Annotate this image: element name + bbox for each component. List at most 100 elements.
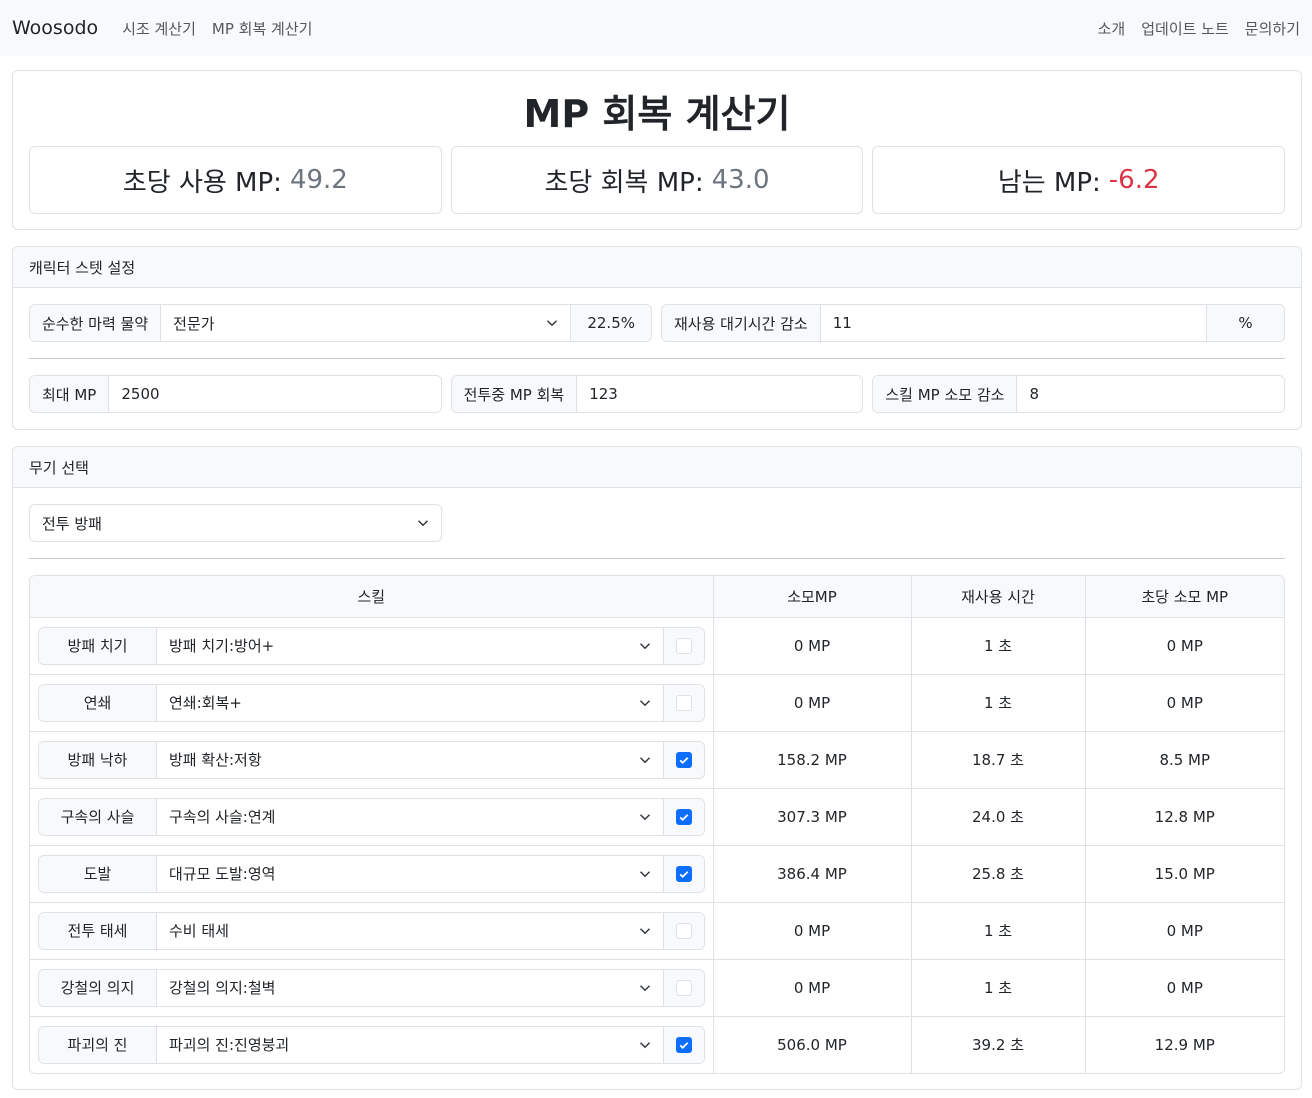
skill-table: 스킬 소모MP 재사용 시간 초당 소모 MP 방패 치기 방패 치기:방어+ 0 … <box>29 575 1285 1074</box>
cdr-group: 재사용 대기시간 감소 11 % <box>661 304 1285 342</box>
table-header-row: 스킬 소모MP 재사용 시간 초당 소모 MP <box>30 576 1284 618</box>
skill-input-group: 도발 대규모 도발:영역 <box>38 854 705 893</box>
skill-cooldown: 18.7 초 <box>911 731 1086 789</box>
cdr-input[interactable]: 11 <box>821 305 1206 341</box>
skill-input-group: 구속의 사슬 구속의 사슬:연계 <box>38 797 705 836</box>
potion-percent: 22.5% <box>570 305 651 341</box>
potion-select[interactable]: 전문가 <box>161 305 570 341</box>
skill-mp-per-sec: 0 MP <box>1085 902 1284 960</box>
check-icon <box>679 1041 688 1049</box>
skill-input-group: 방패 낙하 방패 확산:저항 <box>38 740 705 779</box>
skill-checkbox-cell <box>662 855 704 892</box>
skill-option-value: 방패 확산:저항 <box>169 751 262 769</box>
skill-cooldown: 24.0 초 <box>911 788 1086 846</box>
skill-mp-per-sec: 8.5 MP <box>1085 731 1284 789</box>
skill-checkbox[interactable] <box>675 808 692 825</box>
chevron-down-icon <box>639 1041 650 1049</box>
weapon-select-box[interactable]: 전투 방패 <box>30 505 441 541</box>
nav-link-update-notes[interactable]: 업데이트 노트 <box>1141 18 1229 39</box>
table-row: 파괴의 진 파괴의 진:진영붕괴 506.0 MP 39.2 초 12.9 MP <box>30 1016 1284 1073</box>
skill-checkbox[interactable] <box>675 694 692 711</box>
skill-checkbox-cell <box>662 627 704 664</box>
skill-option-select[interactable]: 방패 확산:저항 <box>157 742 663 778</box>
chevron-down-icon <box>639 699 650 706</box>
character-stats-card: 캐릭터 스텟 설정 순수한 마력 물약 전문가 22.5% 재사용 대기시간 감… <box>12 246 1302 430</box>
chevron-down-icon <box>639 984 650 991</box>
skill-mp-cost: 0 MP <box>713 674 912 732</box>
skill-mp-per-sec: 0 MP <box>1085 959 1284 1017</box>
check-icon <box>679 870 688 878</box>
skill-checkbox[interactable] <box>675 922 692 939</box>
table-row: 구속의 사슬 구속의 사슬:연계 307.3 MP 24.0 초 12.8 MP <box>30 788 1284 846</box>
skill-mp-per-sec: 12.9 MP <box>1154 1035 1215 1054</box>
mp-regen-value: 43.0 <box>711 165 770 195</box>
mp-remaining-label: 남는 MP: <box>997 167 1101 198</box>
check-icon <box>679 756 688 764</box>
skill-cooldown: 1 초 <box>911 617 1086 675</box>
mp-regen-per-sec: 초당 회복 MP: 43.0 <box>450 146 864 214</box>
nav-link-about[interactable]: 소개 <box>1098 18 1126 39</box>
skill-cooldown: 1 초 <box>911 674 1086 732</box>
skill-option-select[interactable]: 방패 치기:방어+ <box>157 628 663 664</box>
weapon-select-value: 전투 방패 <box>42 514 102 533</box>
nav-left: Woosodo 시조 계산기 MP 회복 계산기 <box>12 17 328 39</box>
skill-name: 구속의 사슬 <box>39 798 157 835</box>
skill-input-group: 연쇄 연쇄:회복+ <box>38 683 705 722</box>
skill-option-select[interactable]: 파괴의 진:진영붕괴 <box>157 1027 663 1063</box>
skill-input-group: 전투 태세 수비 태세 <box>38 911 705 950</box>
skill-mp-cost: 0 MP <box>713 617 912 675</box>
mp-remaining-value: -6.2 <box>1108 165 1160 195</box>
skill-name: 방패 낙하 <box>39 741 157 778</box>
skill-checkbox[interactable] <box>675 1036 692 1053</box>
potion-select-value: 전문가 <box>173 314 215 333</box>
skill-checkbox-cell <box>662 969 704 1006</box>
maxmp-input[interactable]: 2500 <box>109 376 440 412</box>
skill-option-select[interactable]: 수비 태세 <box>157 913 663 949</box>
skill-name: 강철의 의지 <box>39 969 157 1006</box>
brand-link[interactable]: Woosodo <box>12 17 98 39</box>
skill-option-select[interactable]: 대규모 도발:영역 <box>157 856 663 892</box>
table-row: 전투 태세 수비 태세 0 MP 1 초0 MP <box>30 902 1284 960</box>
skill-option-value: 파괴의 진:진영붕괴 <box>169 1036 290 1055</box>
skill-checkbox[interactable] <box>675 751 692 768</box>
skill-option-select[interactable]: 구속의 사슬:연계 <box>157 799 663 835</box>
skill-name: 전투 태세 <box>39 912 157 949</box>
stats-row-1: 순수한 마력 물약 전문가 22.5% 재사용 대기시간 감소 11 % <box>29 304 1285 342</box>
skill-cell: 도발 대규모 도발:영역 <box>30 845 714 903</box>
chevron-down-icon <box>639 870 650 877</box>
column-header-mp-per-sec: 초당 소모 MP <box>1085 576 1284 618</box>
skill-cooldown: 39.2 초 <box>911 1016 1086 1073</box>
skill-cooldown: 1 초 <box>911 959 1086 1017</box>
skill-checkbox[interactable] <box>675 637 692 654</box>
skill-checkbox-cell <box>662 684 704 721</box>
skill-option-select[interactable]: 연쇄:회복+ <box>157 685 663 721</box>
weapon-select[interactable]: 전투 방패 <box>29 504 442 542</box>
skill-checkbox-cell <box>662 1026 704 1063</box>
skill-input-group: 방패 치기 방패 치기:방어+ <box>38 626 705 665</box>
mp-use-label: 초당 사용 MP: <box>122 167 282 198</box>
skill-cell: 방패 치기 방패 치기:방어+ <box>30 617 714 675</box>
skill-checkbox[interactable] <box>675 865 692 882</box>
skill-name: 연쇄 <box>39 684 157 721</box>
skill-checkbox-cell <box>662 912 704 949</box>
nav-link-mp-calculator[interactable]: MP 회복 계산기 <box>212 18 313 39</box>
skill-cost-input[interactable]: 8 <box>1017 376 1284 412</box>
skill-option-value: 강철의 의지:철벽 <box>169 979 276 997</box>
combat-regen-input[interactable]: 123 <box>577 376 862 412</box>
skill-option-value: 방패 치기:방어+ <box>169 637 275 655</box>
summary-card: MP 회복 계산기 초당 사용 MP: 49.2 초당 회복 MP: 43.0 … <box>12 70 1302 230</box>
column-header-cooldown: 재사용 시간 <box>911 576 1086 618</box>
weapon-header: 무기 선택 <box>13 447 1301 488</box>
skill-option-select[interactable]: 강철의 의지:철벽 <box>157 970 663 1006</box>
skill-cooldown: 25.8 초 <box>911 845 1086 903</box>
skill-mp-cost: 0 MP <box>713 959 912 1017</box>
skill-mp-per-sec: 0 MP <box>1085 674 1284 732</box>
skill-mp-per-sec: 0 MP <box>1085 617 1284 675</box>
skill-checkbox[interactable] <box>675 979 692 996</box>
nav-link-contact[interactable]: 문의하기 <box>1245 18 1300 39</box>
cdr-unit: % <box>1206 305 1284 341</box>
skill-option-value: 대규모 도발:영역 <box>169 865 276 883</box>
navbar: Woosodo 시조 계산기 MP 회복 계산기 소개 업데이트 노트 문의하기 <box>0 0 1312 56</box>
combat-regen-label: 전투중 MP 회복 <box>451 376 578 412</box>
nav-link-sijo-calculator[interactable]: 시조 계산기 <box>122 18 196 39</box>
